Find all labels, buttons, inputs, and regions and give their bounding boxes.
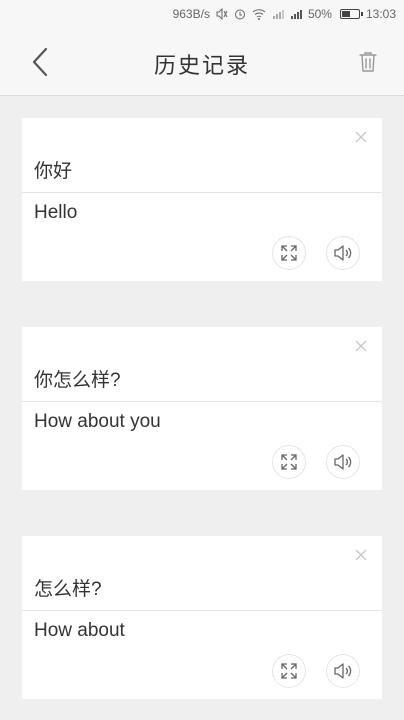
translation-text: Hello — [34, 202, 78, 223]
speak-button[interactable] — [326, 654, 360, 688]
network-speed: 963B/s — [172, 7, 210, 21]
clock: 13:03 — [365, 7, 396, 21]
wifi-icon — [252, 8, 266, 20]
app-bar: 历史记录 — [0, 28, 404, 96]
expand-button[interactable] — [272, 236, 306, 270]
signal-icon-1 — [272, 8, 284, 20]
speaker-icon — [334, 663, 352, 679]
expand-icon — [281, 245, 297, 261]
source-text: 你怎么样? — [34, 370, 121, 391]
translation-text: How about — [34, 620, 125, 641]
history-card[interactable]: 你怎么样? How about you — [22, 327, 382, 490]
battery-icon — [339, 9, 363, 19]
close-icon — [355, 340, 367, 352]
close-icon — [355, 131, 367, 143]
close-icon — [355, 549, 367, 561]
delete-entry-button[interactable] — [350, 126, 372, 148]
divider — [22, 610, 382, 611]
trash-icon — [359, 52, 377, 72]
history-card[interactable]: 你好 Hello — [22, 118, 382, 281]
divider — [22, 401, 382, 402]
speaker-icon — [334, 245, 352, 261]
alarm-icon — [234, 8, 246, 20]
translation-text: How about you — [34, 411, 161, 432]
battery-percent: 50% — [307, 7, 332, 21]
delete-entry-button[interactable] — [350, 335, 372, 357]
expand-icon — [281, 663, 297, 679]
clear-history-button[interactable] — [352, 46, 384, 78]
speak-button[interactable] — [326, 445, 360, 479]
page-title: 历史记录 — [153, 53, 250, 78]
source-text: 你好 — [34, 161, 73, 182]
history-card[interactable]: 怎么样? How about — [22, 536, 382, 699]
mute-icon — [216, 8, 228, 20]
expand-button[interactable] — [272, 654, 306, 688]
expand-button[interactable] — [272, 445, 306, 479]
status-bar: 963B/s 50% 13:03 — [0, 0, 404, 28]
speaker-icon — [334, 454, 352, 470]
signal-icon-2 — [290, 8, 302, 20]
divider — [22, 192, 382, 193]
delete-entry-button[interactable] — [350, 544, 372, 566]
speak-button[interactable] — [326, 236, 360, 270]
expand-icon — [281, 454, 297, 470]
source-text: 怎么样? — [34, 579, 102, 600]
